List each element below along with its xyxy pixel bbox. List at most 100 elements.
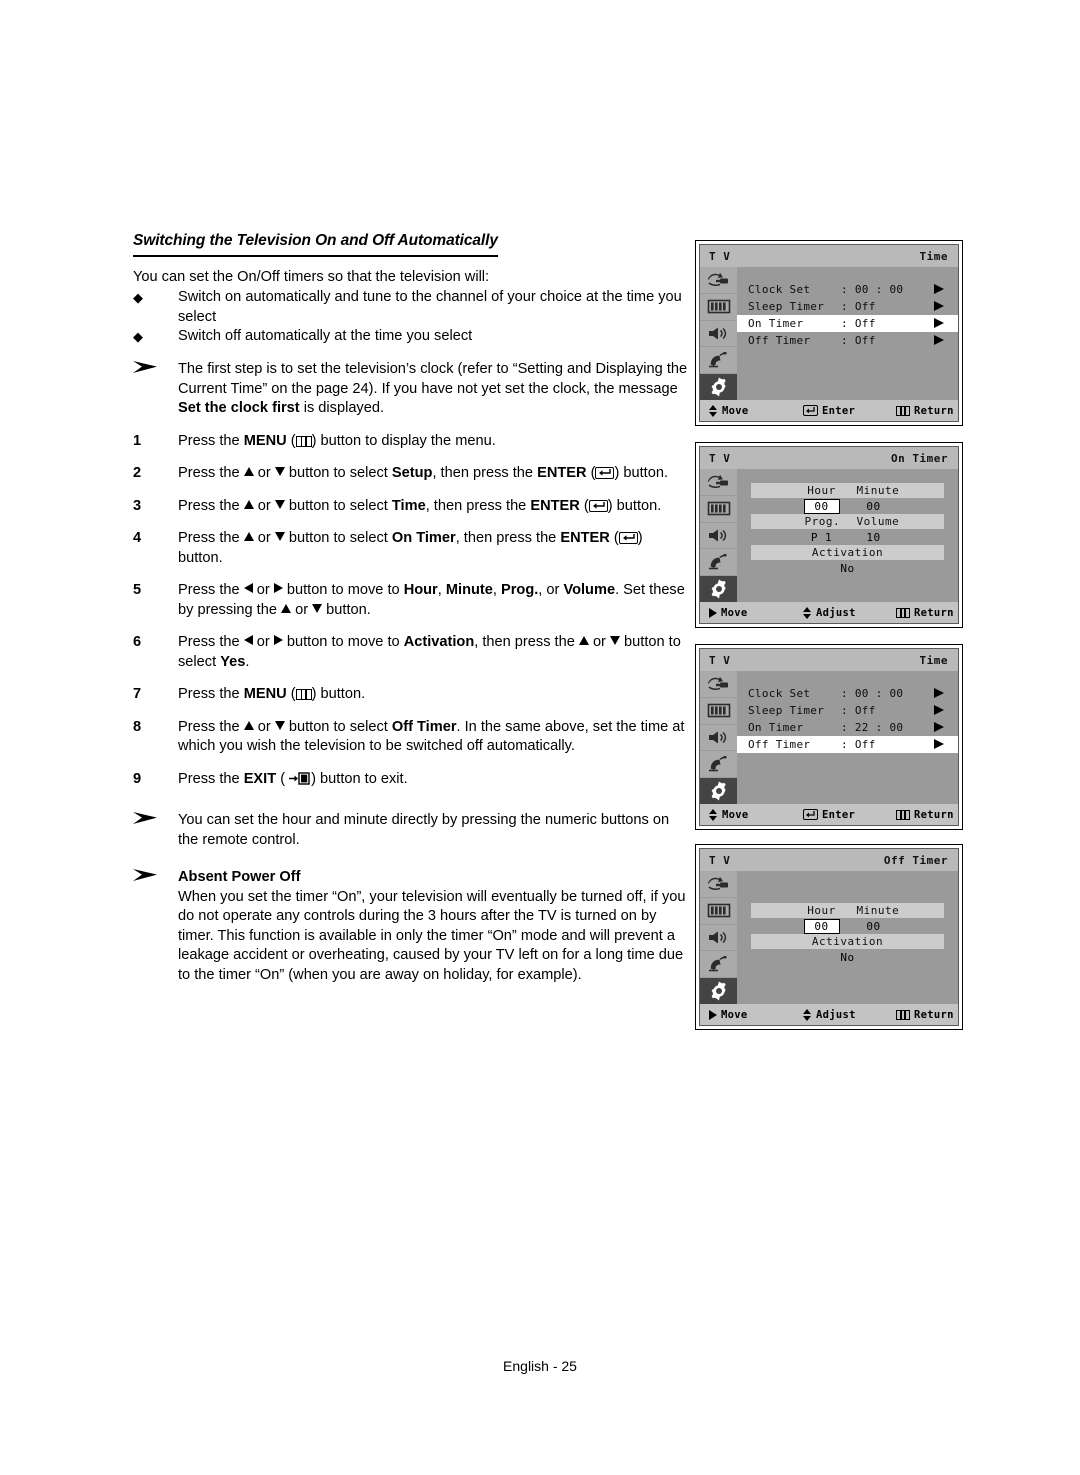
setup-gear-icon[interactable] bbox=[700, 576, 737, 602]
table-row[interactable]: Clock Set : 00 : 00 bbox=[737, 281, 958, 298]
osd-panel-on-timer: T V On Timer Hour Minute 00 00 Prog. Vol… bbox=[695, 442, 963, 628]
step-text: , then press the bbox=[455, 530, 561, 546]
step-text: Press the bbox=[178, 497, 244, 514]
footer-return: Return bbox=[896, 607, 954, 619]
osd-brand: T V bbox=[709, 451, 731, 465]
value-volume[interactable]: 10 bbox=[857, 531, 891, 544]
step-text: or bbox=[253, 718, 275, 735]
menu-icon bbox=[295, 435, 312, 447]
table-row[interactable]: On Timer : 22 : 00 bbox=[737, 719, 958, 736]
footer-return: Return bbox=[896, 1009, 954, 1021]
satellite-icon[interactable] bbox=[700, 347, 737, 375]
step-text: Press the bbox=[178, 634, 244, 650]
menu-icon bbox=[896, 405, 910, 416]
sound-icon[interactable] bbox=[700, 523, 737, 550]
field-group-values: 00 00 bbox=[751, 918, 944, 934]
picture-icon[interactable] bbox=[700, 294, 737, 321]
enter-icon bbox=[588, 499, 608, 512]
satellite-icon[interactable] bbox=[700, 751, 737, 779]
footer-move-label: Move bbox=[721, 1008, 748, 1021]
arrow-up-icon bbox=[243, 499, 254, 509]
picture-icon[interactable] bbox=[700, 698, 737, 725]
note-numeric-buttons: You can set the hour and minute directly… bbox=[133, 811, 688, 850]
table-row[interactable]: Clock Set : 00 : 00 bbox=[737, 685, 958, 702]
footer-enter: Enter bbox=[803, 405, 855, 417]
step-text: , or bbox=[538, 582, 564, 598]
enter-icon bbox=[595, 467, 615, 479]
note-text-b: is displayed. bbox=[299, 400, 385, 416]
footer-enter-label: Enter bbox=[822, 404, 856, 417]
up-down-arrow-icon bbox=[803, 606, 812, 619]
step-text: button to move to bbox=[282, 582, 404, 598]
chevron-right-icon bbox=[934, 705, 944, 715]
col-header: Minute bbox=[856, 484, 900, 497]
arrow-up-icon bbox=[243, 720, 254, 730]
sound-icon[interactable] bbox=[700, 725, 737, 752]
setup-gear-icon[interactable] bbox=[700, 978, 737, 1004]
diamond-bullet-icon: ◆ bbox=[133, 290, 143, 305]
step-4: 4 Press the or button to select On Timer… bbox=[133, 529, 688, 568]
arrow-right-icon bbox=[273, 583, 283, 593]
picture-icon[interactable] bbox=[700, 496, 737, 523]
step-text: button. bbox=[322, 601, 371, 618]
table-row[interactable]: On Timer : Off bbox=[737, 315, 958, 332]
osd-panel-off-timer: T V Off Timer Hour Minute 00 00 Activati… bbox=[695, 844, 963, 1030]
footer-return-label: Return bbox=[914, 1008, 954, 1021]
step-number: 5 bbox=[133, 582, 142, 598]
value-hour[interactable]: 00 bbox=[803, 918, 840, 934]
value-prog[interactable]: P 1 bbox=[805, 531, 839, 544]
step-text: ) button. bbox=[311, 686, 366, 702]
row-label: Sleep Timer bbox=[748, 300, 825, 313]
input-icon[interactable] bbox=[700, 671, 737, 698]
setup-gear-icon[interactable] bbox=[700, 778, 737, 804]
arrow-left-icon bbox=[243, 583, 253, 593]
table-row[interactable]: Sleep Timer : Off bbox=[737, 298, 958, 315]
enter-icon bbox=[618, 532, 638, 544]
input-icon[interactable] bbox=[700, 871, 737, 898]
arrow-note-icon bbox=[133, 360, 178, 419]
arrow-note-icon bbox=[133, 868, 178, 985]
input-icon[interactable] bbox=[700, 267, 737, 294]
table-row[interactable]: Off Timer : Off bbox=[737, 736, 958, 753]
note-heading: Absent Power Off bbox=[178, 869, 301, 885]
key-menu-label: MENU bbox=[243, 686, 287, 702]
field-minute-label: Minute bbox=[445, 582, 493, 598]
step-text: Press the bbox=[178, 686, 244, 702]
satellite-icon[interactable] bbox=[700, 951, 737, 979]
row-label: On Timer bbox=[748, 721, 804, 734]
value-activation[interactable]: No bbox=[831, 562, 865, 575]
list-item: ◆ Switch on automatically and tune to th… bbox=[133, 288, 688, 327]
up-down-arrow-icon bbox=[709, 404, 718, 417]
osd-menu-title: Time bbox=[919, 249, 948, 263]
bullet-text: Switch on automatically and tune to the … bbox=[178, 289, 682, 325]
osd-footer-bar: Move Adjust Return bbox=[700, 602, 958, 623]
setup-gear-icon[interactable] bbox=[700, 374, 737, 400]
step-text: ) button to exit. bbox=[311, 770, 408, 787]
note-first-step: The first step is to set the television’… bbox=[133, 360, 688, 419]
sound-icon[interactable] bbox=[700, 925, 737, 952]
step-text: ( bbox=[276, 770, 290, 787]
sound-icon[interactable] bbox=[700, 321, 737, 348]
arrow-down-icon bbox=[274, 720, 285, 730]
menu-icon bbox=[896, 809, 910, 820]
value-hour[interactable]: 00 bbox=[803, 498, 840, 514]
satellite-icon[interactable] bbox=[700, 549, 737, 577]
arrow-down-icon bbox=[274, 499, 285, 509]
step-text: ( bbox=[609, 530, 619, 546]
value-minute[interactable]: 00 bbox=[857, 920, 891, 933]
footer-adjust: Adjust bbox=[803, 606, 856, 619]
osd-footer-bar: Move Enter Return bbox=[700, 400, 958, 421]
table-row[interactable]: Off Timer : Off bbox=[737, 332, 958, 349]
step-text: or bbox=[588, 634, 610, 650]
page-footer: English - 25 bbox=[503, 1358, 577, 1374]
footer-enter: Enter bbox=[803, 809, 855, 821]
step-text: button to move to bbox=[282, 634, 404, 650]
table-row[interactable]: Sleep Timer : Off bbox=[737, 702, 958, 719]
picture-icon[interactable] bbox=[700, 898, 737, 925]
input-icon[interactable] bbox=[700, 469, 737, 496]
step-number: 8 bbox=[133, 718, 142, 735]
value-activation[interactable]: No bbox=[831, 951, 865, 964]
step-text: , bbox=[492, 582, 501, 598]
value-minute[interactable]: 00 bbox=[857, 500, 891, 513]
step-number: 6 bbox=[133, 634, 142, 650]
